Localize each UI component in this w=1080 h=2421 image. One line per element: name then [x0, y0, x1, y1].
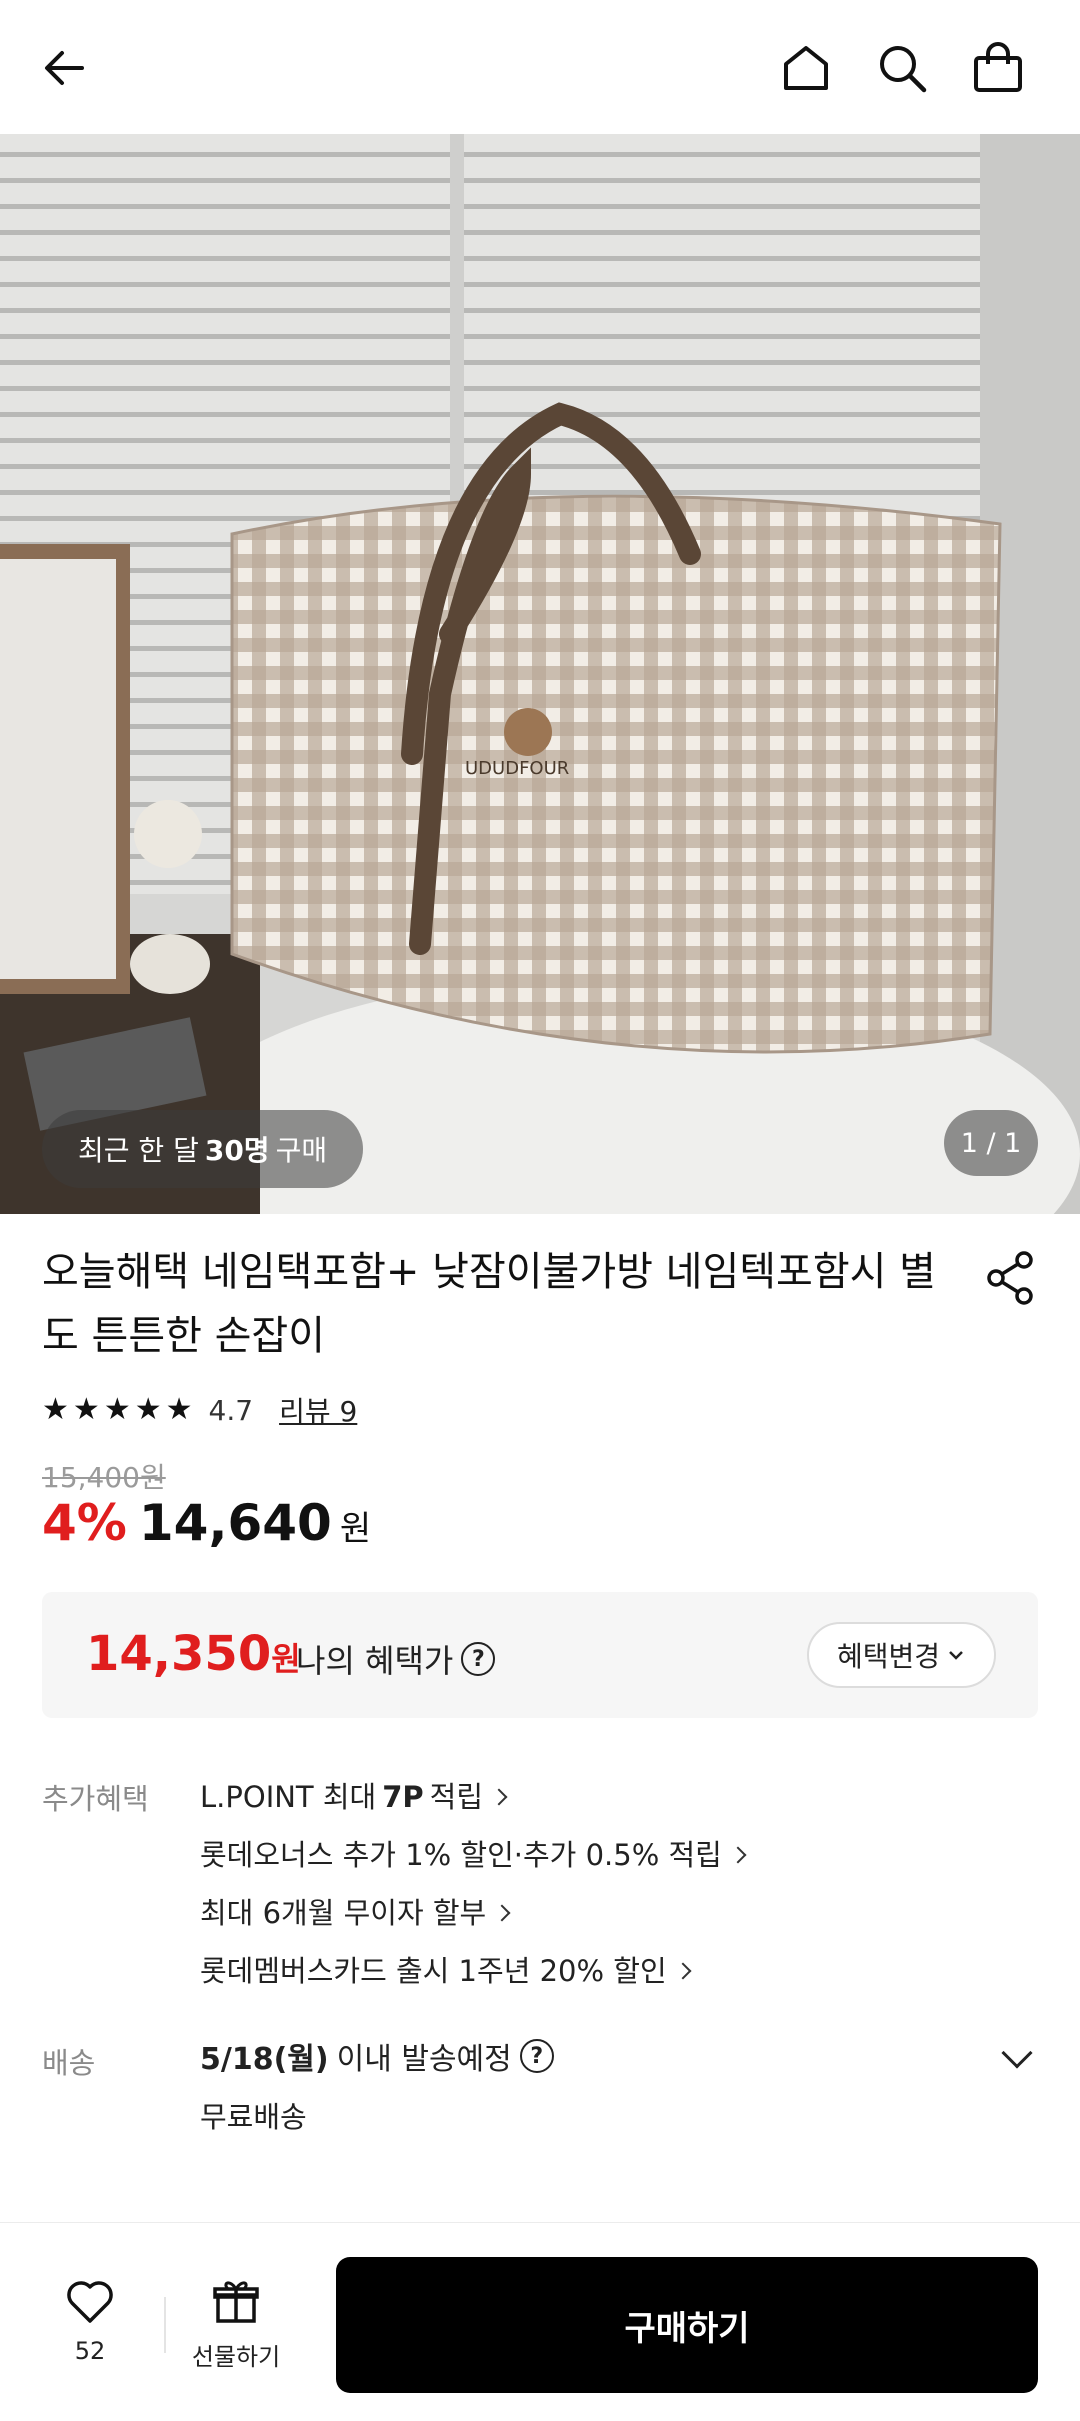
help-icon[interactable]: ?: [519, 2039, 554, 2073]
extra-benefit-label: 추가혜택: [42, 1782, 149, 1816]
extra-benefit-item[interactable]: 롯데멤버스카드 출시 1주년 20% 할인: [200, 1942, 744, 2000]
chevron-right-icon: [674, 1962, 692, 1980]
arrow-left-icon: [45, 51, 84, 85]
extra-benefit-text: L.POINT 최대: [200, 1780, 377, 1814]
shipping-label: 배송: [42, 2046, 96, 2080]
extra-benefit-suffix: 적립: [429, 1780, 484, 1814]
my-benefit-label: 나의 혜택가 ?: [296, 1636, 496, 1682]
my-benefit-label-text: 나의 혜택가: [296, 1642, 454, 1680]
change-benefit-button[interactable]: 혜택변경: [806, 1622, 996, 1688]
free-shipping: 무료배송: [200, 2100, 307, 2134]
product-title: 오늘해택 네임택포함+ 낮잠이불가방 네임텍포함시 별도 튼튼한 손잡이: [42, 1249, 936, 1359]
change-benefit-label: 혜택변경: [836, 1640, 940, 1673]
chevron-down-icon[interactable]: [1001, 2037, 1033, 2069]
star-icon: ★: [42, 1392, 69, 1427]
discount-rate: 4%: [42, 1494, 127, 1552]
extra-benefit-text: 롯데오너스 추가 1% 할인·추가 0.5% 적립: [200, 1838, 722, 1872]
search-icon: [880, 46, 927, 93]
buy-button[interactable]: 구매하기: [336, 2257, 1038, 2393]
bottom-action-bar: 52 선물하기 구매하기: [0, 2222, 1080, 2421]
home-icon: [784, 46, 828, 90]
extra-benefit-text: 롯데멤버스카드 출시 1주년 20% 할인: [200, 1954, 667, 1988]
share-icon[interactable]: [980, 1248, 1040, 1308]
original-price: 15,400원: [42, 1461, 166, 1494]
my-benefit-price-box: 14,350원 나의 혜택가 ? 혜택변경: [42, 1592, 1038, 1718]
chevron-down-icon: [949, 1651, 963, 1660]
sale-price: 14,640: [138, 1494, 332, 1552]
divider: [164, 2297, 166, 2353]
shipping-date: 5/18(월) 이내 발송예정 ?: [200, 2034, 554, 2078]
chevron-right-icon: [729, 1846, 747, 1864]
gift-button[interactable]: 선물하기: [180, 2275, 292, 2372]
wishlist-count: 52: [74, 2337, 106, 2365]
back-button[interactable]: [28, 32, 100, 104]
badge-prefix: 최근 한 달: [78, 1134, 199, 1167]
heart-icon: [67, 2281, 113, 2323]
svg-text:UDUDFOUR: UDUDFOUR: [465, 758, 569, 779]
shopping-bag-icon: [974, 42, 1022, 92]
extra-benefit-item[interactable]: 최대 6개월 무이자 할부: [200, 1884, 744, 1942]
price-unit: 원: [339, 1509, 372, 1549]
star-icon: ★: [134, 1392, 162, 1427]
badge-count: 30명: [204, 1134, 270, 1167]
home-button[interactable]: [770, 32, 842, 104]
image-counter: 1 / 1: [944, 1110, 1038, 1176]
search-button[interactable]: [866, 32, 938, 104]
review-link[interactable]: 리뷰 9: [279, 1390, 357, 1430]
product-image[interactable]: UDUDFOUR 최근 한 달 30명 구매 1 / 1: [0, 134, 1080, 1214]
wishlist-button[interactable]: 52: [42, 2273, 138, 2365]
gift-label: 선물하기: [191, 2343, 281, 2371]
extra-benefit-item[interactable]: 롯데오너스 추가 1% 할인·추가 0.5% 적립: [200, 1826, 747, 1884]
shipping-date-value: 5/18(월): [200, 2042, 329, 2077]
my-benefit-price-value: 14,350: [86, 1626, 272, 1682]
extra-benefit-list: L.POINT 최대 7P 적립 롯데오너스 추가 1% 할인·추가 0.5% …: [200, 1768, 747, 2000]
chevron-right-icon: [493, 1904, 511, 1922]
badge-suffix: 구매: [275, 1134, 328, 1167]
price-row: 4% 14,640 원: [42, 1494, 371, 1552]
top-bar: [0, 0, 1080, 134]
rating-row: ★ ★ ★ ★ ★ 4.7 리뷰 9: [42, 1388, 357, 1432]
extra-benefit-bold: 7P: [382, 1780, 424, 1814]
star-half-icon: ★: [165, 1392, 193, 1427]
star-icon: ★: [103, 1392, 131, 1427]
purchase-count-badge: 최근 한 달 30명 구매: [42, 1110, 364, 1188]
gift-icon: [213, 2281, 259, 2323]
product-photo: UDUDFOUR: [0, 134, 1080, 1214]
extra-benefit-item[interactable]: L.POINT 최대 7P 적립: [200, 1768, 744, 1826]
my-benefit-price: 14,350원: [86, 1626, 301, 1682]
cart-button[interactable]: [962, 32, 1034, 104]
rating-value: 4.7: [208, 1393, 254, 1427]
help-icon[interactable]: ?: [461, 1642, 496, 1676]
shipping-date-suffix: 이내 발송예정: [336, 2042, 512, 2077]
extra-benefit-text: 최대 6개월 무이자 할부: [200, 1896, 487, 1930]
chevron-right-icon: [490, 1788, 508, 1806]
star-icon: ★: [72, 1392, 100, 1427]
